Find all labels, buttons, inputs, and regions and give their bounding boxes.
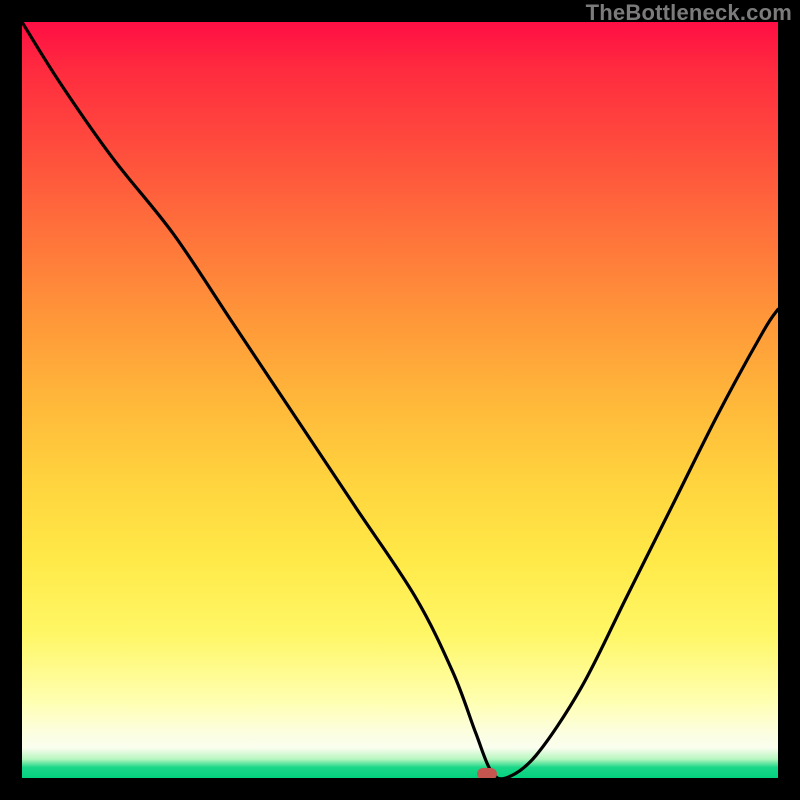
chart-stage: TheBottleneck.com [0, 0, 800, 800]
plot-area [22, 22, 778, 778]
curve-path [22, 22, 778, 778]
minimum-marker [477, 768, 497, 778]
bottleneck-curve [22, 22, 778, 778]
